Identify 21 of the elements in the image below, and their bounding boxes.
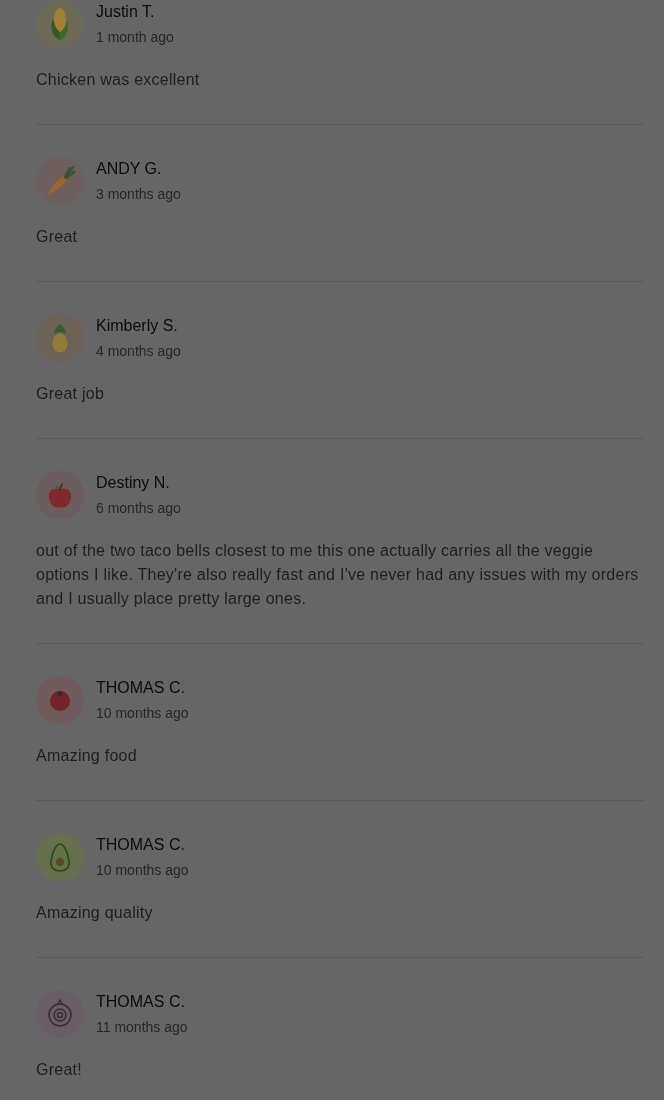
review-text: Chicken was excellent — [36, 70, 201, 90]
review-date: 1 month ago — [96, 28, 174, 46]
review-date: 6 months ago — [96, 499, 181, 517]
reviewer-name: THOMAS C. — [96, 992, 185, 1012]
review-date: 11 months ago — [96, 1018, 188, 1036]
review-text: Great job — [36, 384, 106, 404]
review-text: Great! — [36, 1060, 83, 1080]
review-text: out of the two taco bells closest to me this one actually carries all the veggie options I like. They're also really fast and I've never had any issues with my orders and I usually place pretty large ones. — [36, 541, 640, 609]
review-text: Amazing quality — [36, 903, 154, 923]
reviewer-name: Kimberly S. — [96, 316, 178, 336]
review-date: 10 months ago — [96, 861, 189, 879]
review-text: Great — [36, 227, 79, 247]
reviewer-name: Destiny N. — [96, 473, 170, 493]
reviewer-name: Justin T. — [96, 2, 155, 22]
review-date: 4 months ago — [96, 342, 181, 360]
review-date: 3 months ago — [96, 185, 181, 203]
review-text: Amazing food — [36, 746, 138, 766]
reviewer-name: ANDY G. — [96, 159, 162, 179]
reviewer-name: THOMAS C. — [96, 678, 185, 698]
review-date: 10 months ago — [96, 704, 189, 722]
reviewer-name: THOMAS C. — [96, 835, 185, 855]
